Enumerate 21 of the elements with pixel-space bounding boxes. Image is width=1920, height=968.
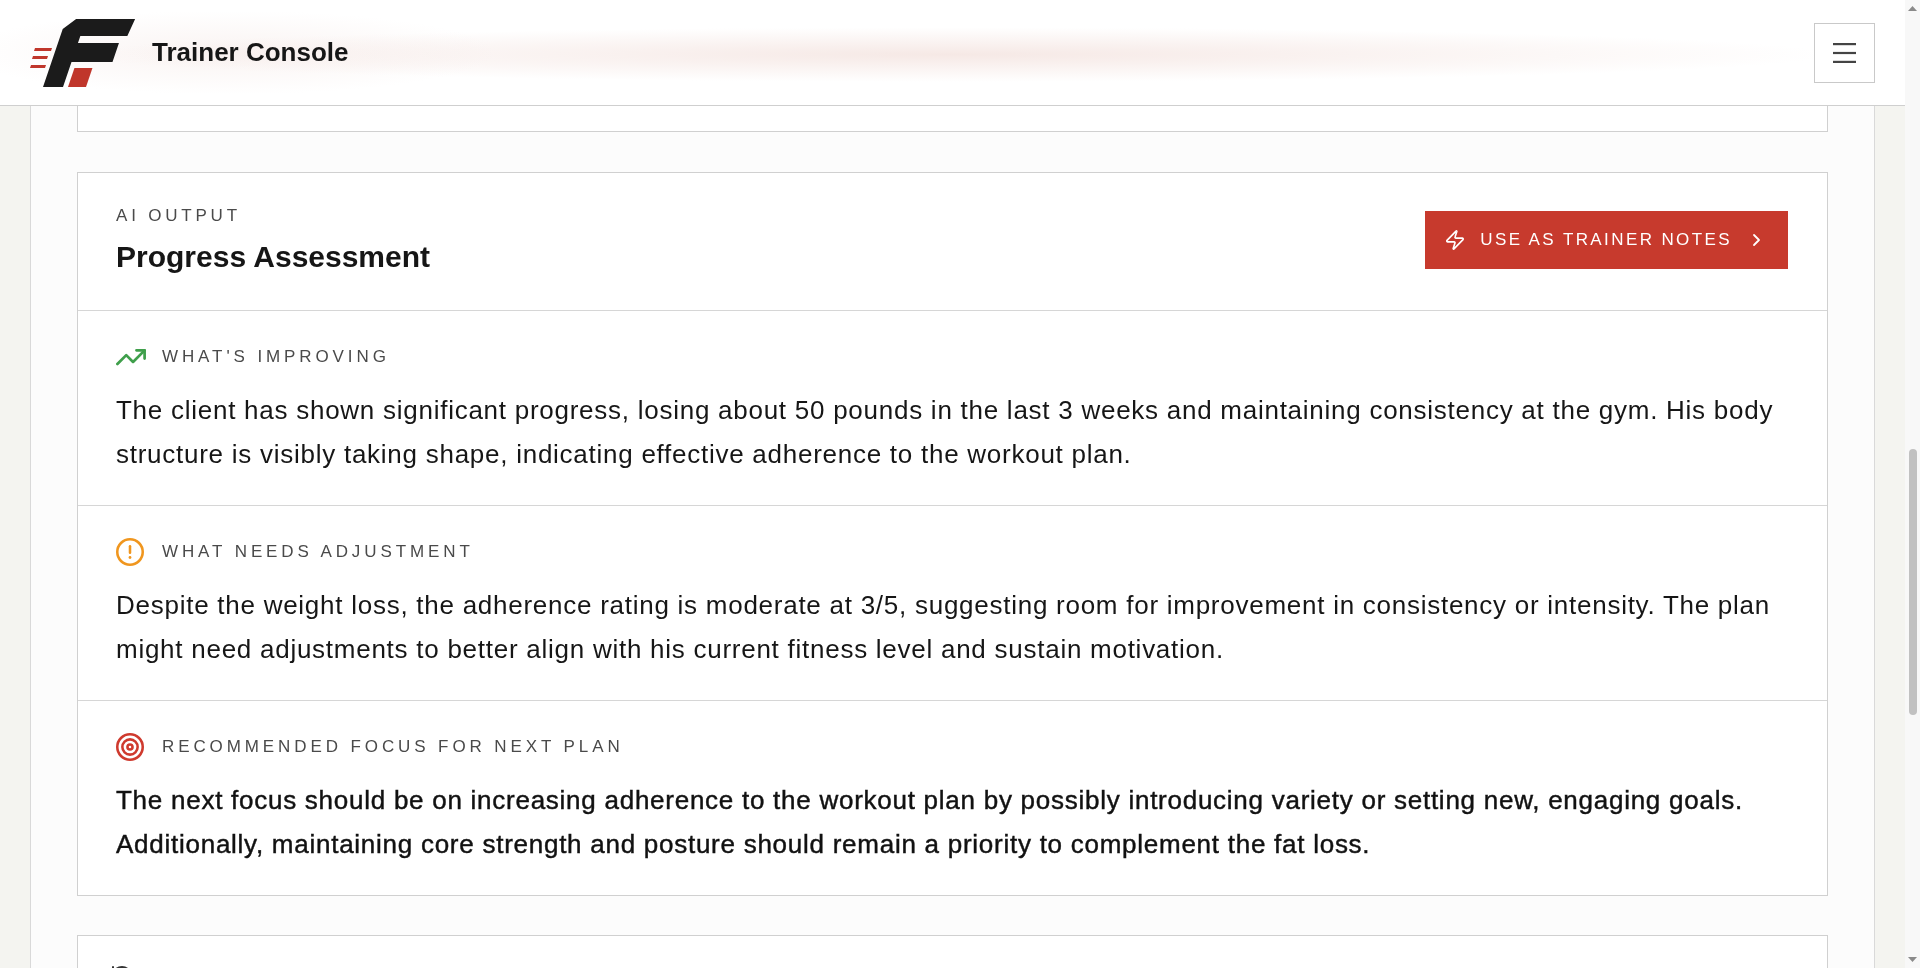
lightning-icon	[1445, 230, 1466, 250]
app-title: Trainer Console	[152, 37, 349, 68]
section-text: The client has shown significant progress, losing about 50 pounds in the last 3 weeks and maintaining consistency at the gym. His body structure is visibly taking shape, indicating effective adherence to the workout plan.	[116, 394, 1775, 471]
scrollbar-thumb[interactable]	[1908, 449, 1917, 715]
menu-button[interactable]	[1814, 22, 1875, 83]
section-heading: WHAT NEEDS ADJUSTMENT	[162, 542, 474, 562]
target-icon	[116, 733, 144, 761]
section-text: The next focus should be on increasing adherence to the workout plan by possibly introducing variety or setting new, engaging goals. Additionally, maintaining core strength and posture should remain a priority to complement the fat loss.	[116, 784, 1744, 861]
section-text: Despite the weight loss, the adherence rating is moderate at 3/5, suggesting room for improvement in consistency or intensity. The plan might need adjustments to better align with his current fitness level and sustain motivation.	[116, 589, 1771, 666]
trend-up-icon	[116, 348, 146, 366]
scrollbar-track[interactable]	[1905, 0, 1920, 968]
alert-circle-icon	[116, 538, 144, 566]
logo-icon[interactable]	[30, 18, 135, 87]
eyebrow-label: AI OUTPUT	[116, 206, 241, 226]
scroll-down-arrow-icon[interactable]	[1908, 957, 1917, 962]
card-title: Progress Assessment	[116, 240, 431, 274]
trainer-notes-button[interactable]: USE AS TRAINER NOTES	[1425, 211, 1788, 269]
menu-icon	[1833, 42, 1856, 63]
section-heading: WHAT'S IMPROVING	[162, 347, 390, 367]
section-heading: RECOMMENDED FOCUS FOR NEXT PLAN	[162, 737, 624, 757]
scroll-up-arrow-icon[interactable]	[1908, 6, 1917, 11]
